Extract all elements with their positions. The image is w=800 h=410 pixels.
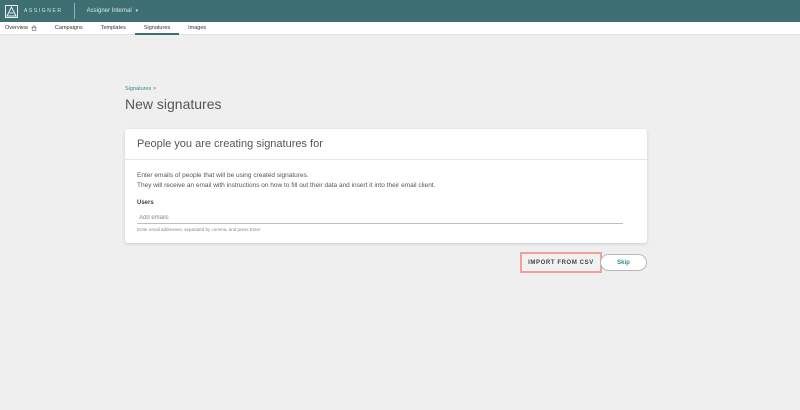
top-bar: ASSIGNER Assigner Internal ▾ xyxy=(0,0,800,22)
email-input[interactable] xyxy=(137,213,623,224)
card-body: Enter emails of people that will be usin… xyxy=(125,160,647,232)
page-title: New signatures xyxy=(125,96,222,112)
signature-people-card: People you are creating signatures for E… xyxy=(125,129,647,243)
tab-images-label: Images xyxy=(188,25,207,31)
email-hint: Enter email addresses, separated by comm… xyxy=(137,227,261,232)
main-nav: Overview Campaigns Templates Signatures … xyxy=(0,22,800,35)
skip-button[interactable]: Skip xyxy=(600,254,647,271)
tab-images[interactable]: Images xyxy=(179,22,215,35)
tab-campaigns-label: Campaigns xyxy=(54,25,83,31)
card-description-line-2: They will receive an email with instruct… xyxy=(137,182,436,189)
brand-name: ASSIGNER xyxy=(24,8,63,14)
breadcrumb-signatures[interactable]: Signatures > xyxy=(125,86,156,92)
workspace-name: Assigner Internal xyxy=(86,8,132,14)
card-title: People you are creating signatures for xyxy=(125,129,647,160)
tab-templates-label: Templates xyxy=(100,25,126,31)
tab-signatures-label: Signatures xyxy=(143,25,171,31)
tab-overview-label: Overview xyxy=(5,25,28,31)
topbar-divider xyxy=(73,3,75,19)
home-icon xyxy=(31,25,37,31)
chevron-down-icon: ▾ xyxy=(135,8,139,14)
tab-campaigns[interactable]: Campaigns xyxy=(46,22,92,35)
users-label: Users xyxy=(137,200,154,206)
assigner-logo-icon xyxy=(5,4,18,18)
tab-signatures[interactable]: Signatures xyxy=(134,22,180,35)
card-description-line-1: Enter emails of people that will be usin… xyxy=(137,172,309,179)
brand-logo[interactable]: ASSIGNER xyxy=(0,0,63,22)
tab-templates[interactable]: Templates xyxy=(92,22,135,35)
import-csv-button[interactable]: IMPORT FROM CSV xyxy=(520,252,602,273)
tab-overview[interactable]: Overview xyxy=(0,22,46,35)
workspace-selector[interactable]: Assigner Internal ▾ xyxy=(87,8,139,14)
